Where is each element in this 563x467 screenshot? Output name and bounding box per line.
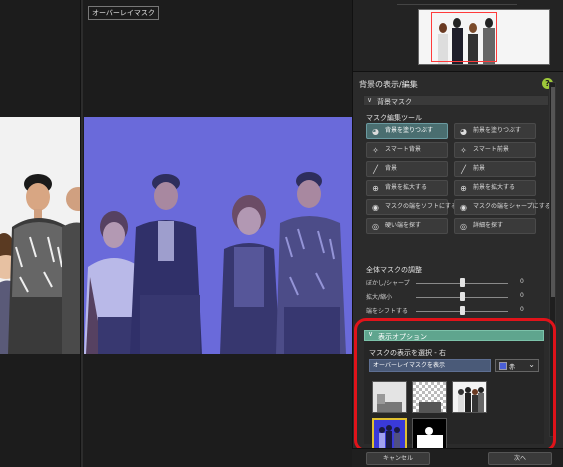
panel-title: 背景の表示/編集 — [359, 80, 418, 89]
expand-icon: ⊕ — [372, 184, 379, 193]
view-mode-thumb-overlay[interactable] — [372, 418, 407, 450]
panel-header: 背景の表示/編集 ? — [357, 78, 557, 91]
original-thumb-image — [373, 382, 406, 412]
mask-thumb-image — [413, 419, 446, 449]
mask-tool-button[interactable]: ◕ 背景を塗りつぶす — [366, 123, 448, 139]
mask-tool-label: 硬い端を探す — [385, 222, 422, 229]
chevron-down-icon: ⌄ — [528, 360, 535, 369]
adjust-row: 端をシフトする 0 — [366, 305, 536, 317]
display-options-section: ∨ 表示オプション マスクの表示を選択 - 右 オーバーレイマスクを表示 赤 ⌄ — [364, 330, 544, 450]
background-mask-section-header[interactable]: ∨ 背景マスク — [363, 95, 549, 106]
find-detail-icon: ◎ — [460, 222, 467, 231]
chevron-down-icon: ∨ — [367, 96, 373, 104]
mask-tool-button[interactable]: ✧ スマート前景 — [454, 142, 536, 158]
photo-viewer[interactable]: オーバーレイマスク — [0, 0, 352, 467]
display-options-label: 表示オプション — [378, 333, 427, 341]
mask-tool-label: スマート前景 — [473, 146, 509, 153]
mask-view-mode-select[interactable]: オーバーレイマスクを表示 — [369, 359, 491, 372]
sharpen-edge-icon: ◉ — [460, 203, 467, 212]
mask-tool-button[interactable]: ◎ 硬い端を探す — [366, 218, 448, 234]
mask-tool-label: 前景を塗りつぶす — [473, 127, 522, 134]
original-photo — [0, 117, 80, 354]
mask-color-swatch — [499, 362, 507, 370]
smart-brush-icon: ✧ — [372, 146, 379, 155]
adjust-row: 拡大/縮小 0 — [366, 291, 536, 303]
overall-mask-adjust-title: 全体マスクの調整 — [366, 266, 422, 274]
adjust-label: 拡大/縮小 — [366, 294, 393, 301]
mask-tool-label: 背景を拡大する — [385, 184, 428, 191]
mask-tool-label: 詳細を探す — [473, 222, 504, 229]
transparent-thumb-image — [413, 382, 446, 412]
mask-tool-button[interactable]: ⊕ 前景を拡大する — [454, 180, 536, 196]
panel-scrollbar[interactable] — [549, 82, 556, 437]
find-edge-icon: ◎ — [372, 222, 379, 231]
adjust-value: 0 — [520, 278, 524, 285]
adjust-slider-thumb[interactable] — [460, 278, 465, 287]
mask-tool-button[interactable]: ⊕ 背景を拡大する — [366, 180, 448, 196]
soften-edge-icon: ◉ — [372, 203, 379, 212]
mask-tool-button[interactable]: ╱ 背景 — [366, 161, 448, 177]
expand-icon: ⊕ — [460, 184, 467, 193]
panel-footer: キャンセル 次へ — [352, 448, 563, 467]
mask-tool-label: スマート背景 — [385, 146, 421, 153]
mask-tool-label: 前景を拡大する — [473, 184, 516, 191]
navigator[interactable] — [353, 0, 563, 72]
adjust-value: 0 — [520, 292, 524, 299]
fill-bucket-icon: ◕ — [372, 127, 379, 136]
adjust-value: 0 — [520, 306, 524, 313]
view-mode-thumb-mask[interactable] — [412, 418, 447, 450]
mask-tool-button[interactable]: ◉ マスクの端をソフトにする — [366, 199, 457, 215]
mask-tool-button[interactable]: ◉ マスクの端をシャープにする — [454, 199, 551, 215]
navigator-thumbnail[interactable] — [418, 9, 550, 65]
mask-tool-label: 背景を塗りつぶす — [385, 127, 434, 134]
adjust-slider-thumb[interactable] — [460, 292, 465, 301]
view-mode-thumb-transparent[interactable] — [412, 381, 447, 413]
adjust-label: 端をシフトする — [366, 308, 409, 315]
view-mode-thumb-foreground[interactable] — [452, 381, 487, 413]
mask-color-select[interactable]: 赤 ⌄ — [495, 359, 539, 372]
mask-view-select-label: マスクの表示を選択 - 右 — [369, 349, 446, 357]
mask-color-value: 赤 — [509, 364, 516, 371]
mask-tool-button[interactable]: ✧ スマート背景 — [366, 142, 448, 158]
adjust-label: ぼかし/シャープ — [366, 280, 410, 287]
mask-tool-label: 前景 — [473, 165, 486, 172]
foreground-thumb-image — [453, 382, 486, 412]
overlay-mask-photo — [84, 117, 352, 354]
adjust-row: ぼかし/シャープ 0 — [366, 277, 536, 289]
smart-brush-icon: ✧ — [460, 146, 467, 155]
brush-icon: ╱ — [461, 165, 466, 174]
mask-tool-button[interactable]: ╱ 前景 — [454, 161, 536, 177]
pane-divider[interactable] — [80, 0, 83, 467]
mask-tools-title: マスク編集ツール — [366, 114, 422, 122]
scrollbar-thumb[interactable] — [551, 87, 555, 297]
brush-icon: ╱ — [373, 165, 378, 174]
original-photo-pane[interactable] — [0, 117, 80, 354]
overlay-thumb-image — [374, 420, 405, 448]
chevron-down-icon: ∨ — [368, 330, 374, 338]
cancel-button[interactable]: キャンセル — [366, 452, 430, 465]
mask-tool-label: マスクの端をシャープにする — [473, 203, 551, 210]
mask-tool-label: 背景 — [385, 165, 398, 172]
display-options-header[interactable]: ∨ 表示オプション — [364, 330, 544, 341]
adjust-slider-thumb[interactable] — [460, 306, 465, 315]
overlay-mask-photo-pane[interactable] — [84, 117, 352, 354]
mask-tool-button[interactable]: ◕ 前景を塗りつぶす — [454, 123, 536, 139]
background-mask-label: 背景マスク — [377, 98, 412, 106]
overlay-mask-label: オーバーレイマスク — [88, 6, 159, 20]
fill-bucket-icon: ◕ — [460, 127, 467, 136]
navigator-view-frame[interactable] — [431, 12, 497, 62]
navigator-zoom-slider[interactable] — [397, 0, 517, 5]
view-mode-thumb-original[interactable] — [372, 381, 407, 413]
next-button[interactable]: 次へ — [488, 452, 552, 465]
mask-tool-button[interactable]: ◎ 詳細を探す — [454, 218, 536, 234]
mask-tool-label: マスクの端をソフトにする — [385, 203, 458, 210]
